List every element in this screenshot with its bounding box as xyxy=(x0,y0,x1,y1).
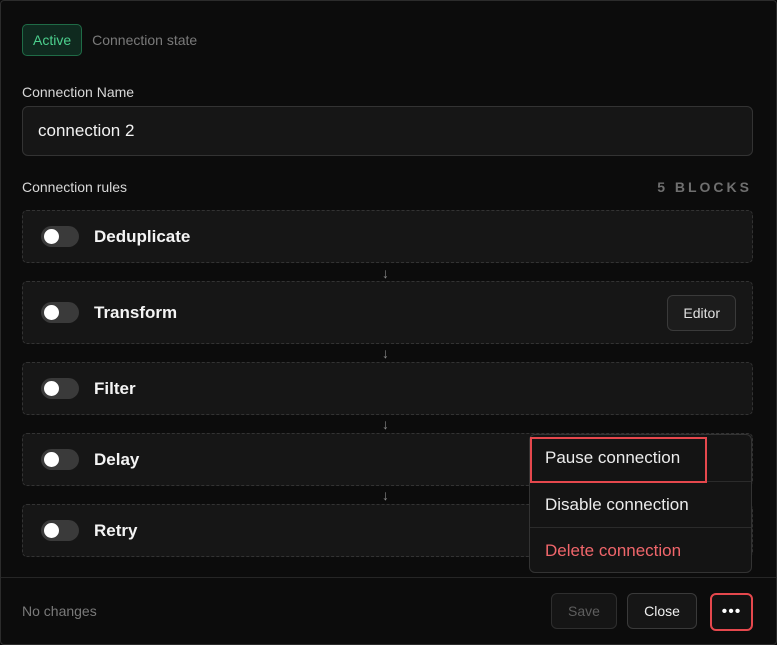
flow-arrow-icon: ↓ xyxy=(382,345,389,361)
more-options-button[interactable]: ••• xyxy=(710,593,753,631)
rule-filter: Filter xyxy=(22,362,753,415)
connection-state-row: Active Connection state xyxy=(22,24,197,56)
options-menu: Pause connection Disable connection Dele… xyxy=(529,434,752,573)
rule-label-deduplicate: Deduplicate xyxy=(94,226,191,246)
rule-label-filter: Filter xyxy=(94,378,136,398)
save-button[interactable]: Save xyxy=(551,593,617,629)
footer-status: No changes xyxy=(22,603,97,619)
rule-toggle-delay[interactable] xyxy=(41,449,79,470)
rule-toggle-retry[interactable] xyxy=(41,520,79,541)
rule-label-transform: Transform xyxy=(94,302,178,322)
rule-label-retry: Retry xyxy=(94,520,138,540)
blocks-count: 5 BLOCKS xyxy=(657,179,752,195)
connection-rules-label: Connection rules xyxy=(22,179,128,195)
close-button[interactable]: Close xyxy=(627,593,697,629)
footer-divider xyxy=(1,577,776,578)
status-badge: Active xyxy=(22,24,83,56)
editor-button[interactable]: Editor xyxy=(667,294,736,331)
rule-toggle-deduplicate[interactable] xyxy=(41,226,79,247)
menu-item-pause[interactable]: Pause connection xyxy=(530,435,751,481)
rule-label-delay: Delay xyxy=(94,449,140,469)
menu-item-disable[interactable]: Disable connection xyxy=(530,482,751,528)
rule-transform: Transform Editor xyxy=(22,281,753,344)
rule-toggle-transform[interactable] xyxy=(41,302,79,323)
flow-arrow-icon: ↓ xyxy=(382,487,389,503)
flow-arrow-icon: ↓ xyxy=(382,416,389,432)
connection-state-label: Connection state xyxy=(92,32,198,48)
rule-toggle-filter[interactable] xyxy=(41,378,79,399)
connection-name-label: Connection Name xyxy=(22,84,135,100)
menu-item-delete[interactable]: Delete connection xyxy=(530,528,751,572)
rule-deduplicate: Deduplicate xyxy=(22,210,753,263)
flow-arrow-icon: ↓ xyxy=(382,265,389,281)
connection-name-input[interactable] xyxy=(22,106,753,156)
